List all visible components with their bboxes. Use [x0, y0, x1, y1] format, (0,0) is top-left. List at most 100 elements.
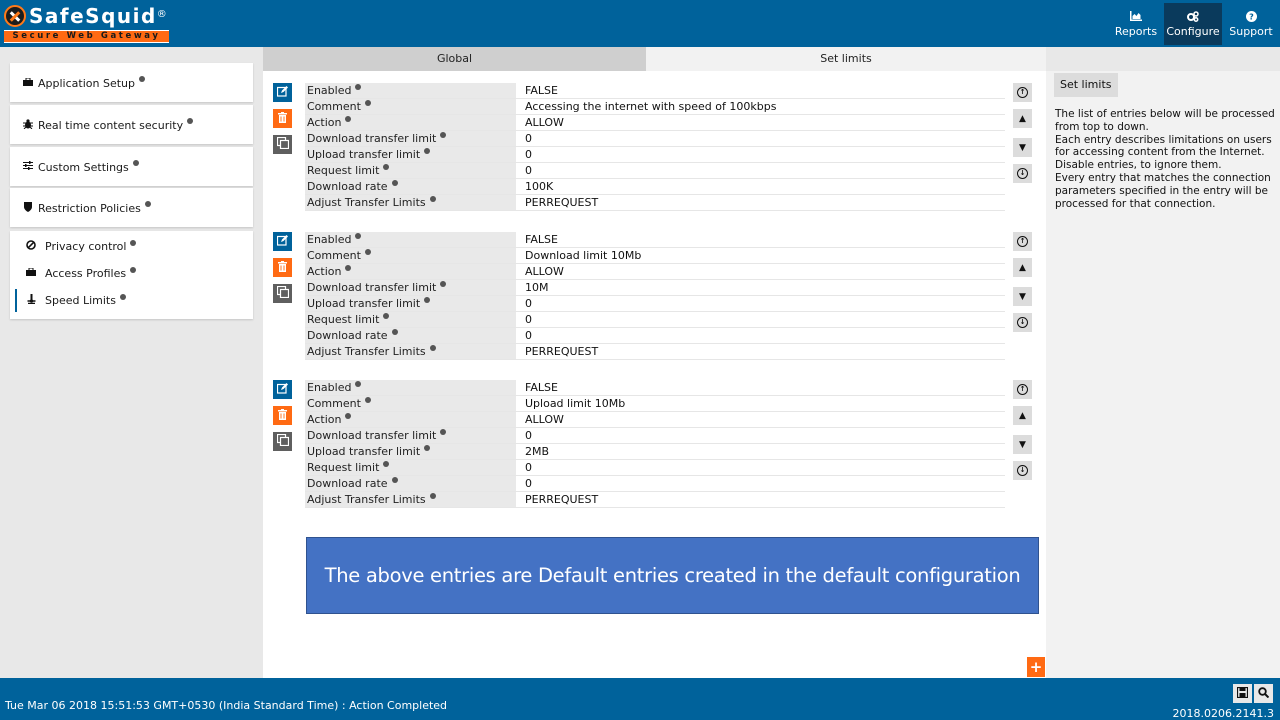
- sidebar-subitem-speed-limits[interactable]: Speed Limits: [10, 287, 253, 314]
- field-row-download-transfer-limit[interactable]: Download transfer limit 0: [305, 131, 1005, 147]
- nav-reports[interactable]: Reports: [1108, 3, 1164, 45]
- copy-entry-button[interactable]: [273, 432, 292, 451]
- field-row-action[interactable]: Action ALLOW: [305, 115, 1005, 131]
- move-to-top-button[interactable]: ↑: [1013, 232, 1032, 251]
- field-row-download-transfer-limit[interactable]: Download transfer limit 0: [305, 428, 1005, 444]
- info-icon[interactable]: [364, 100, 371, 106]
- field-value[interactable]: Accessing the internet with speed of 100…: [516, 99, 1005, 114]
- move-up-button[interactable]: ▲: [1013, 109, 1032, 128]
- sidebar-subitem-access-profiles[interactable]: Access Profiles: [10, 260, 253, 287]
- field-value[interactable]: 0: [516, 131, 1005, 146]
- field-value[interactable]: PERREQUEST: [516, 492, 1005, 507]
- field-row-download-rate[interactable]: Download rate 0: [305, 328, 1005, 344]
- move-down-button[interactable]: ▼: [1013, 435, 1032, 454]
- field-row-request-limit[interactable]: Request limit 0: [305, 163, 1005, 179]
- field-value[interactable]: PERREQUEST: [516, 344, 1005, 359]
- field-row-action[interactable]: Action ALLOW: [305, 264, 1005, 280]
- field-value[interactable]: 100K: [516, 179, 1005, 194]
- move-down-button[interactable]: ▼: [1013, 287, 1032, 306]
- info-icon[interactable]: [345, 116, 352, 122]
- info-icon[interactable]: [383, 461, 390, 467]
- field-row-adjust-transfer-limits[interactable]: Adjust Transfer Limits PERREQUEST: [305, 344, 1005, 360]
- info-icon[interactable]: [355, 233, 362, 239]
- delete-entry-button[interactable]: [273, 109, 292, 128]
- info-icon[interactable]: [355, 381, 362, 387]
- move-to-bottom-button[interactable]: ↓: [1013, 461, 1032, 480]
- search-button[interactable]: [1254, 684, 1273, 703]
- edit-entry-button[interactable]: [273, 83, 292, 102]
- copy-entry-button[interactable]: [273, 284, 292, 303]
- field-value[interactable]: 0: [516, 296, 1005, 311]
- field-row-upload-transfer-limit[interactable]: Upload transfer limit 0: [305, 147, 1005, 163]
- field-row-request-limit[interactable]: Request limit 0: [305, 312, 1005, 328]
- field-row-request-limit[interactable]: Request limit 0: [305, 460, 1005, 476]
- field-value[interactable]: Download limit 10Mb: [516, 248, 1005, 263]
- delete-entry-button[interactable]: [273, 258, 292, 277]
- save-button[interactable]: [1233, 684, 1252, 703]
- field-row-action[interactable]: Action ALLOW: [305, 412, 1005, 428]
- field-value[interactable]: 0: [516, 328, 1005, 343]
- sidebar-subitem-privacy-control[interactable]: Privacy control: [10, 233, 253, 260]
- field-row-enabled[interactable]: Enabled FALSE: [305, 380, 1005, 396]
- info-icon[interactable]: [440, 281, 447, 287]
- field-value[interactable]: ALLOW: [516, 412, 1005, 427]
- nav-configure[interactable]: Configure: [1164, 3, 1222, 45]
- info-icon[interactable]: [345, 413, 352, 419]
- field-value[interactable]: 0: [516, 476, 1005, 491]
- field-value[interactable]: Upload limit 10Mb: [516, 396, 1005, 411]
- field-row-enabled[interactable]: Enabled FALSE: [305, 83, 1005, 99]
- field-row-adjust-transfer-limits[interactable]: Adjust Transfer Limits PERREQUEST: [305, 195, 1005, 211]
- field-value[interactable]: ALLOW: [516, 264, 1005, 279]
- field-value[interactable]: 0: [516, 147, 1005, 162]
- move-to-top-button[interactable]: ↑: [1013, 380, 1032, 399]
- info-icon[interactable]: [187, 118, 194, 124]
- edit-entry-button[interactable]: [273, 380, 292, 399]
- add-entry-button[interactable]: +: [1027, 657, 1045, 677]
- move-to-top-button[interactable]: ↑: [1013, 83, 1032, 102]
- move-down-button[interactable]: ▼: [1013, 138, 1032, 157]
- field-row-download-transfer-limit[interactable]: Download transfer limit 10M: [305, 280, 1005, 296]
- move-up-button[interactable]: ▲: [1013, 258, 1032, 277]
- move-up-button[interactable]: ▲: [1013, 406, 1032, 425]
- nav-support[interactable]: ? Support: [1222, 3, 1280, 45]
- move-to-bottom-button[interactable]: ↓: [1013, 313, 1032, 332]
- info-icon[interactable]: [119, 293, 126, 300]
- delete-entry-button[interactable]: [273, 406, 292, 425]
- move-to-bottom-button[interactable]: ↓: [1013, 164, 1032, 183]
- info-icon[interactable]: [429, 493, 436, 499]
- field-row-enabled[interactable]: Enabled FALSE: [305, 232, 1005, 248]
- info-icon[interactable]: [383, 313, 390, 319]
- field-value[interactable]: PERREQUEST: [516, 195, 1005, 210]
- field-row-comment[interactable]: Comment Download limit 10Mb: [305, 248, 1005, 264]
- info-icon[interactable]: [364, 397, 371, 403]
- info-icon[interactable]: [144, 201, 151, 207]
- info-icon[interactable]: [355, 84, 362, 90]
- field-value[interactable]: FALSE: [516, 380, 1005, 395]
- field-value[interactable]: FALSE: [516, 232, 1005, 247]
- field-value[interactable]: FALSE: [516, 83, 1005, 98]
- field-value[interactable]: 0: [516, 428, 1005, 443]
- field-value[interactable]: 10M: [516, 280, 1005, 295]
- info-icon[interactable]: [424, 148, 431, 154]
- field-value[interactable]: ALLOW: [516, 115, 1005, 130]
- info-icon[interactable]: [391, 329, 398, 335]
- field-row-download-rate[interactable]: Download rate 0: [305, 476, 1005, 492]
- field-row-download-rate[interactable]: Download rate 100K: [305, 179, 1005, 195]
- edit-entry-button[interactable]: [273, 232, 292, 251]
- info-icon[interactable]: [130, 266, 137, 273]
- field-row-upload-transfer-limit[interactable]: Upload transfer limit 2MB: [305, 444, 1005, 460]
- field-value[interactable]: 0: [516, 312, 1005, 327]
- tab-global[interactable]: Global: [263, 47, 646, 71]
- info-icon[interactable]: [424, 445, 431, 451]
- info-icon[interactable]: [391, 477, 398, 483]
- info-icon[interactable]: [440, 132, 447, 138]
- safesquid-logo[interactable]: SafeSquid ® Secure Web Gateway: [4, 2, 170, 44]
- info-icon[interactable]: [383, 164, 390, 170]
- field-value[interactable]: 0: [516, 460, 1005, 475]
- sidebar-item-real-time-content-security[interactable]: Real time content security: [10, 112, 253, 138]
- field-row-adjust-transfer-limits[interactable]: Adjust Transfer Limits PERREQUEST: [305, 492, 1005, 508]
- info-icon[interactable]: [391, 180, 398, 186]
- field-row-comment[interactable]: Comment Accessing the internet with speed…: [305, 99, 1005, 115]
- info-icon[interactable]: [429, 345, 436, 351]
- field-row-upload-transfer-limit[interactable]: Upload transfer limit 0: [305, 296, 1005, 312]
